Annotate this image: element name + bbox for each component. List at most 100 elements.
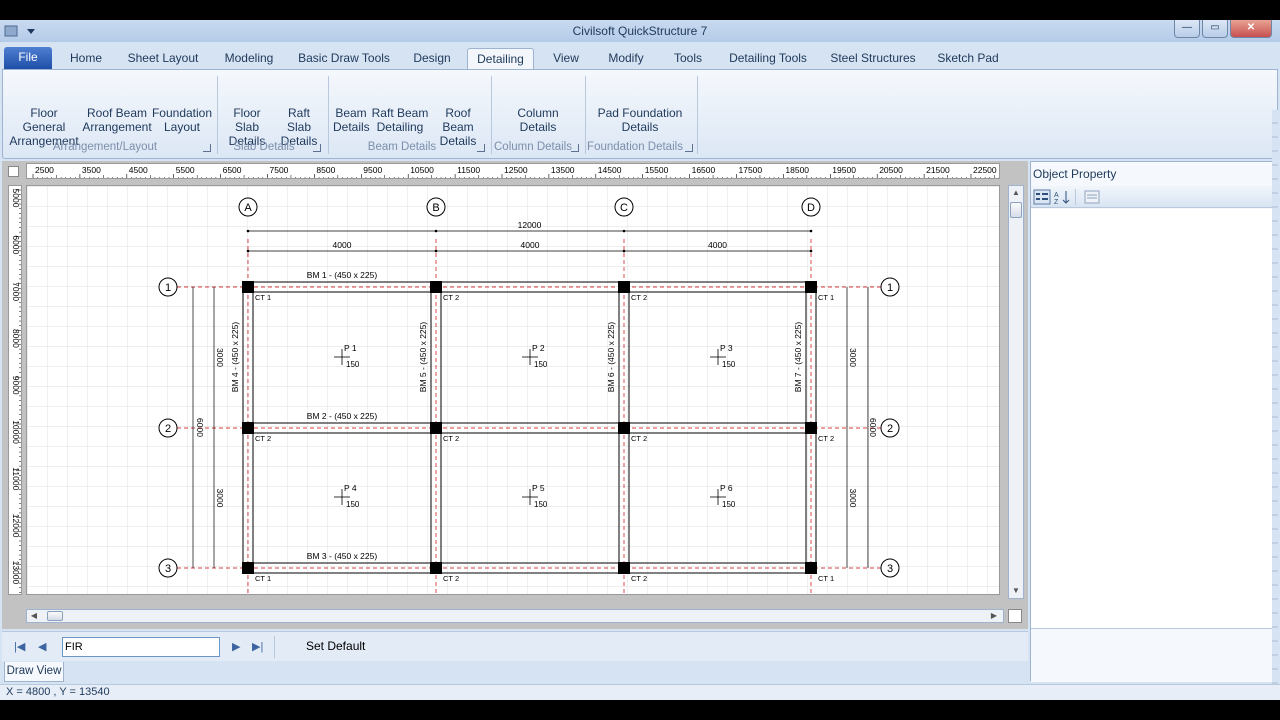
panel-name[interactable]: P 4: [344, 483, 357, 493]
panel-name[interactable]: P 1: [344, 343, 357, 353]
span-dimension: 3000: [848, 489, 858, 508]
tab-sketch-pad[interactable]: Sketch Pad: [932, 48, 1004, 69]
beam-label[interactable]: BM 3 - (450 x 225): [307, 551, 378, 561]
span-dimension: 3000: [215, 348, 225, 367]
beam-label[interactable]: BM 5 - (450 x 225): [418, 322, 428, 393]
next-sheet-icon[interactable]: ▶: [232, 640, 240, 653]
ribbon-tab-bar: File Home Sheet Layout Modeling Basic Dr…: [0, 45, 1280, 69]
column[interactable]: [618, 422, 630, 434]
span-dimension: 4000: [521, 240, 540, 250]
window-controls: — ▭ ✕: [1174, 20, 1272, 38]
column-label: CT 1: [818, 293, 834, 302]
column-label: CT 2: [631, 574, 647, 583]
svg-text:Z: Z: [1054, 199, 1059, 205]
bottom-dimension: 4000: [521, 592, 540, 595]
window-resize-edge[interactable]: [1272, 110, 1278, 690]
column[interactable]: [242, 281, 254, 293]
panel-name[interactable]: P 6: [720, 483, 733, 493]
previous-sheet-icon[interactable]: ◀: [38, 640, 46, 653]
scroll-up-icon[interactable]: ▲: [1009, 186, 1023, 200]
beam-label[interactable]: BM 6 - (450 x 225): [606, 322, 616, 393]
close-button[interactable]: ✕: [1230, 20, 1272, 38]
tab-modify[interactable]: Modify: [598, 48, 654, 69]
column[interactable]: [430, 562, 442, 574]
tab-draw-view[interactable]: Draw View: [4, 662, 64, 682]
beam-label[interactable]: BM 2 - (450 x 225): [307, 411, 378, 421]
sort-alphabetical-icon[interactable]: AZ: [1053, 189, 1071, 205]
set-default-button[interactable]: Set Default: [306, 639, 365, 653]
column-dialog-launcher-icon[interactable]: [571, 144, 579, 152]
vertical-scrollbar[interactable]: ▲ ▼: [1008, 185, 1024, 599]
ruler-label: 2500: [35, 165, 54, 175]
ruler-label: 6500: [223, 165, 242, 175]
beam-details-button[interactable]: Beam Details: [333, 106, 370, 134]
sheet-name-input[interactable]: [62, 637, 220, 657]
beam-label[interactable]: BM 4 - (450 x 225): [230, 322, 240, 393]
beam-label[interactable]: BM 1 - (450 x 225): [307, 270, 378, 280]
tab-tools[interactable]: Tools: [666, 48, 710, 69]
slab-dialog-launcher-icon[interactable]: [313, 144, 321, 152]
categorized-icon[interactable]: [1033, 189, 1051, 205]
column[interactable]: [430, 281, 442, 293]
horizontal-scroll-thumb[interactable]: [47, 611, 63, 621]
ruler-label: 9500: [363, 165, 382, 175]
property-grid[interactable]: [1031, 209, 1275, 629]
group-label-foundation: Foundation Details: [587, 141, 683, 153]
column[interactable]: [805, 281, 817, 293]
tab-steel-structures[interactable]: Steel Structures: [826, 48, 920, 69]
drawing-canvas[interactable]: A B C D 1 1 2 2 3 3 12000 4000 4000 4000 4000 4000 4000 6…: [26, 185, 1000, 595]
tab-file[interactable]: File: [4, 47, 52, 69]
group-separator: [585, 76, 586, 154]
last-sheet-icon[interactable]: ▶|: [252, 640, 263, 653]
minimize-button[interactable]: —: [1174, 20, 1200, 38]
cursor-coordinates: X = 4800 , Y = 13540: [6, 686, 110, 698]
roof-beam-arrangement-button[interactable]: Roof Beam Arrangement: [81, 106, 153, 134]
tab-design[interactable]: Design: [404, 48, 460, 69]
vertical-scroll-thumb[interactable]: [1010, 202, 1022, 218]
tab-basic-draw-tools[interactable]: Basic Draw Tools: [294, 48, 394, 69]
scroll-down-icon[interactable]: ▼: [1009, 584, 1023, 598]
panel-name[interactable]: P 3: [720, 343, 733, 353]
floor-plan-drawing[interactable]: A B C D 1 1 2 2 3 3 12000 4000 4000 4000 4000 4000 4000 6…: [27, 186, 1000, 595]
property-pages-icon[interactable]: [1083, 189, 1101, 205]
tab-detailing[interactable]: Detailing: [467, 48, 534, 69]
ruler-label: 21500: [926, 165, 950, 175]
tab-detailing-tools[interactable]: Detailing Tools: [722, 48, 814, 69]
span-dimension: 4000: [333, 240, 352, 250]
maximize-button[interactable]: ▭: [1202, 20, 1228, 38]
first-sheet-icon[interactable]: |◀: [14, 640, 25, 653]
column[interactable]: [618, 281, 630, 293]
tab-home[interactable]: Home: [60, 48, 112, 69]
column-details-button[interactable]: Column Details: [503, 106, 573, 134]
panel-name[interactable]: P 5: [532, 483, 545, 493]
panel-name[interactable]: P 2: [532, 343, 545, 353]
column[interactable]: [805, 562, 817, 574]
arrangement-dialog-launcher-icon[interactable]: [203, 144, 211, 152]
panel-thickness: 150: [346, 500, 360, 509]
scroll-left-icon[interactable]: ◀: [27, 609, 41, 623]
grid-label: 3: [887, 563, 893, 575]
column[interactable]: [242, 562, 254, 574]
span-dimension: 3000: [848, 348, 858, 367]
bottom-dimension: 4000: [333, 592, 352, 595]
tab-view[interactable]: View: [546, 48, 586, 69]
beam-dialog-launcher-icon[interactable]: [477, 144, 485, 152]
raft-beam-detailing-button[interactable]: Raft Beam Detailing: [371, 106, 429, 134]
dimension-tick: [434, 229, 438, 233]
dimension-tick: [434, 249, 438, 253]
column[interactable]: [618, 562, 630, 574]
beam-label[interactable]: BM 7 - (450 x 225): [793, 322, 803, 393]
column-label: CT 1: [818, 574, 834, 583]
foundation-dialog-launcher-icon[interactable]: [685, 144, 693, 152]
pad-foundation-details-button[interactable]: Pad Foundation Details: [595, 106, 685, 134]
column[interactable]: [805, 422, 817, 434]
tab-modeling[interactable]: Modeling: [216, 48, 282, 69]
ruler-label: 22500: [973, 165, 997, 175]
horizontal-scrollbar[interactable]: ◀ ▶: [26, 609, 1004, 623]
navigator-separator: [274, 636, 275, 658]
foundation-layout-button[interactable]: Foundation Layout: [151, 106, 213, 134]
column[interactable]: [430, 422, 442, 434]
column[interactable]: [242, 422, 254, 434]
tab-sheet-layout[interactable]: Sheet Layout: [122, 48, 204, 69]
scroll-right-icon[interactable]: ▶: [987, 609, 1001, 623]
